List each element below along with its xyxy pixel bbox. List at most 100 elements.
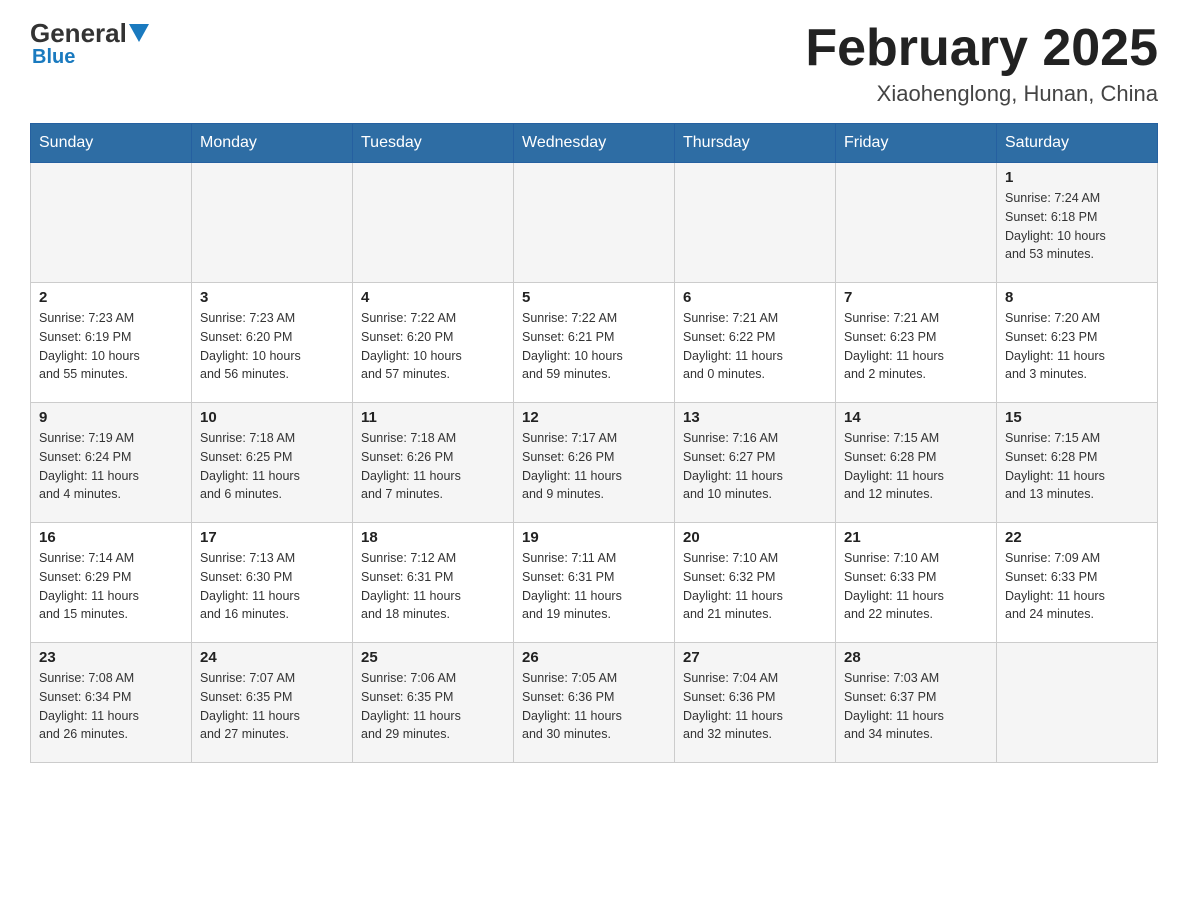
day-info: Sunrise: 7:12 AMSunset: 6:31 PMDaylight:… [361,549,505,624]
day-info: Sunrise: 7:14 AMSunset: 6:29 PMDaylight:… [39,549,183,624]
calendar-week-row: 2 Sunrise: 7:23 AMSunset: 6:19 PMDaylight… [31,283,1158,403]
calendar-week-row: 23 Sunrise: 7:08 AMSunset: 6:34 PMDayligh… [31,643,1158,763]
day-info: Sunrise: 7:06 AMSunset: 6:35 PMDaylight:… [361,669,505,744]
calendar-cell: 17Sunrise: 7:13 AMSunset: 6:30 PMDayligh… [192,523,353,643]
day-number: 3 [200,289,344,306]
day-info: Sunrise: 7:19 AMSunset: 6:24 PMDaylight:… [39,429,183,504]
calendar-cell: 27 Sunrise: 7:04 AMSunset: 6:36 PMDayligh… [675,643,836,763]
day-info: Sunrise: 7:18 AMSunset: 6:25 PMDaylight:… [200,429,344,504]
calendar-cell: 23 Sunrise: 7:08 AMSunset: 6:34 PMDayligh… [31,643,192,763]
calendar-cell: 11 Sunrise: 7:18 AMSunset: 6:26 PMDayligh… [353,403,514,523]
day-info: Sunrise: 7:18 AMSunset: 6:26 PMDaylight:… [361,429,505,504]
calendar-cell: 2 Sunrise: 7:23 AMSunset: 6:19 PMDaylight… [31,283,192,403]
calendar-cell: 3 Sunrise: 7:23 AMSunset: 6:20 PMDaylight… [192,283,353,403]
day-number: 27 [683,649,827,666]
calendar-cell [836,163,997,283]
day-number: 22 [1005,529,1149,546]
day-number: 18 [361,529,505,546]
day-number: 9 [39,409,183,426]
day-info: Sunrise: 7:20 AMSunset: 6:23 PMDaylight:… [1005,309,1149,384]
day-number: 21 [844,529,988,546]
calendar-cell [353,163,514,283]
day-info: Sunrise: 7:07 AMSunset: 6:35 PMDaylight:… [200,669,344,744]
logo-blue-text: Blue [32,46,75,69]
day-number: 10 [200,409,344,426]
day-info: Sunrise: 7:24 AMSunset: 6:18 PMDaylight:… [1005,189,1149,264]
day-info: Sunrise: 7:17 AMSunset: 6:26 PMDaylight:… [522,429,666,504]
col-saturday: Saturday [997,124,1158,163]
calendar-cell: 16Sunrise: 7:14 AMSunset: 6:29 PMDayligh… [31,523,192,643]
day-info: Sunrise: 7:10 AMSunset: 6:33 PMDaylight:… [844,549,988,624]
day-number: 26 [522,649,666,666]
day-number: 23 [39,649,183,666]
calendar-cell: 20 Sunrise: 7:10 AMSunset: 6:32 PMDayligh… [675,523,836,643]
calendar-table: Sunday Monday Tuesday Wednesday Thursday… [30,123,1158,763]
day-number: 24 [200,649,344,666]
calendar-subtitle: Xiaohenglong, Hunan, China [805,81,1158,107]
calendar-cell: 9 Sunrise: 7:19 AMSunset: 6:24 PMDaylight… [31,403,192,523]
calendar-cell [675,163,836,283]
calendar-cell [31,163,192,283]
day-number: 20 [683,529,827,546]
day-number: 1 [1005,169,1149,186]
day-number: 11 [361,409,505,426]
day-number: 12 [522,409,666,426]
day-info: Sunrise: 7:03 AMSunset: 6:37 PMDaylight:… [844,669,988,744]
calendar-header-row: Sunday Monday Tuesday Wednesday Thursday… [31,124,1158,163]
day-info: Sunrise: 7:22 AMSunset: 6:21 PMDaylight:… [522,309,666,384]
calendar-cell: 14 Sunrise: 7:15 AMSunset: 6:28 PMDayligh… [836,403,997,523]
calendar-cell: 5 Sunrise: 7:22 AMSunset: 6:21 PMDaylight… [514,283,675,403]
day-number: 28 [844,649,988,666]
day-number: 14 [844,409,988,426]
calendar-week-row: 1 Sunrise: 7:24 AMSunset: 6:18 PMDaylight… [31,163,1158,283]
day-info: Sunrise: 7:21 AMSunset: 6:22 PMDaylight:… [683,309,827,384]
calendar-cell [997,643,1158,763]
day-info: Sunrise: 7:08 AMSunset: 6:34 PMDaylight:… [39,669,183,744]
day-info: Sunrise: 7:11 AMSunset: 6:31 PMDaylight:… [522,549,666,624]
calendar-cell: 1 Sunrise: 7:24 AMSunset: 6:18 PMDaylight… [997,163,1158,283]
calendar-cell: 12 Sunrise: 7:17 AMSunset: 6:26 PMDayligh… [514,403,675,523]
day-info: Sunrise: 7:16 AMSunset: 6:27 PMDaylight:… [683,429,827,504]
day-info: Sunrise: 7:23 AMSunset: 6:19 PMDaylight:… [39,309,183,384]
day-number: 7 [844,289,988,306]
calendar-week-row: 16Sunrise: 7:14 AMSunset: 6:29 PMDayligh… [31,523,1158,643]
calendar-cell: 25 Sunrise: 7:06 AMSunset: 6:35 PMDayligh… [353,643,514,763]
calendar-cell: 21 Sunrise: 7:10 AMSunset: 6:33 PMDayligh… [836,523,997,643]
day-info: Sunrise: 7:15 AMSunset: 6:28 PMDaylight:… [844,429,988,504]
calendar-cell: 19 Sunrise: 7:11 AMSunset: 6:31 PMDayligh… [514,523,675,643]
day-info: Sunrise: 7:10 AMSunset: 6:32 PMDaylight:… [683,549,827,624]
calendar-cell: 24 Sunrise: 7:07 AMSunset: 6:35 PMDayligh… [192,643,353,763]
title-block: February 2025 Xiaohenglong, Hunan, China [805,20,1158,107]
logo: General Blue [30,20,149,69]
col-tuesday: Tuesday [353,124,514,163]
calendar-cell: 7Sunrise: 7:21 AMSunset: 6:23 PMDaylight… [836,283,997,403]
day-number: 15 [1005,409,1149,426]
calendar-title: February 2025 [805,20,1158,77]
page-header: General Blue February 2025 Xiaohenglong,… [30,20,1158,107]
day-number: 2 [39,289,183,306]
calendar-cell [192,163,353,283]
logo-general-text: General [30,20,127,46]
calendar-cell: 26 Sunrise: 7:05 AMSunset: 6:36 PMDayligh… [514,643,675,763]
day-info: Sunrise: 7:23 AMSunset: 6:20 PMDaylight:… [200,309,344,384]
col-monday: Monday [192,124,353,163]
calendar-cell: 18 Sunrise: 7:12 AMSunset: 6:31 PMDayligh… [353,523,514,643]
day-info: Sunrise: 7:04 AMSunset: 6:36 PMDaylight:… [683,669,827,744]
calendar-cell: 28 Sunrise: 7:03 AMSunset: 6:37 PMDayligh… [836,643,997,763]
calendar-cell: 8Sunrise: 7:20 AMSunset: 6:23 PMDaylight… [997,283,1158,403]
col-thursday: Thursday [675,124,836,163]
logo-triangle-icon [129,24,149,42]
day-number: 6 [683,289,827,306]
day-number: 13 [683,409,827,426]
day-number: 19 [522,529,666,546]
day-info: Sunrise: 7:13 AMSunset: 6:30 PMDaylight:… [200,549,344,624]
col-wednesday: Wednesday [514,124,675,163]
day-number: 25 [361,649,505,666]
calendar-cell: 6 Sunrise: 7:21 AMSunset: 6:22 PMDaylight… [675,283,836,403]
day-info: Sunrise: 7:09 AMSunset: 6:33 PMDaylight:… [1005,549,1149,624]
calendar-cell: 13 Sunrise: 7:16 AMSunset: 6:27 PMDayligh… [675,403,836,523]
day-info: Sunrise: 7:22 AMSunset: 6:20 PMDaylight:… [361,309,505,384]
day-info: Sunrise: 7:05 AMSunset: 6:36 PMDaylight:… [522,669,666,744]
day-number: 4 [361,289,505,306]
day-number: 5 [522,289,666,306]
